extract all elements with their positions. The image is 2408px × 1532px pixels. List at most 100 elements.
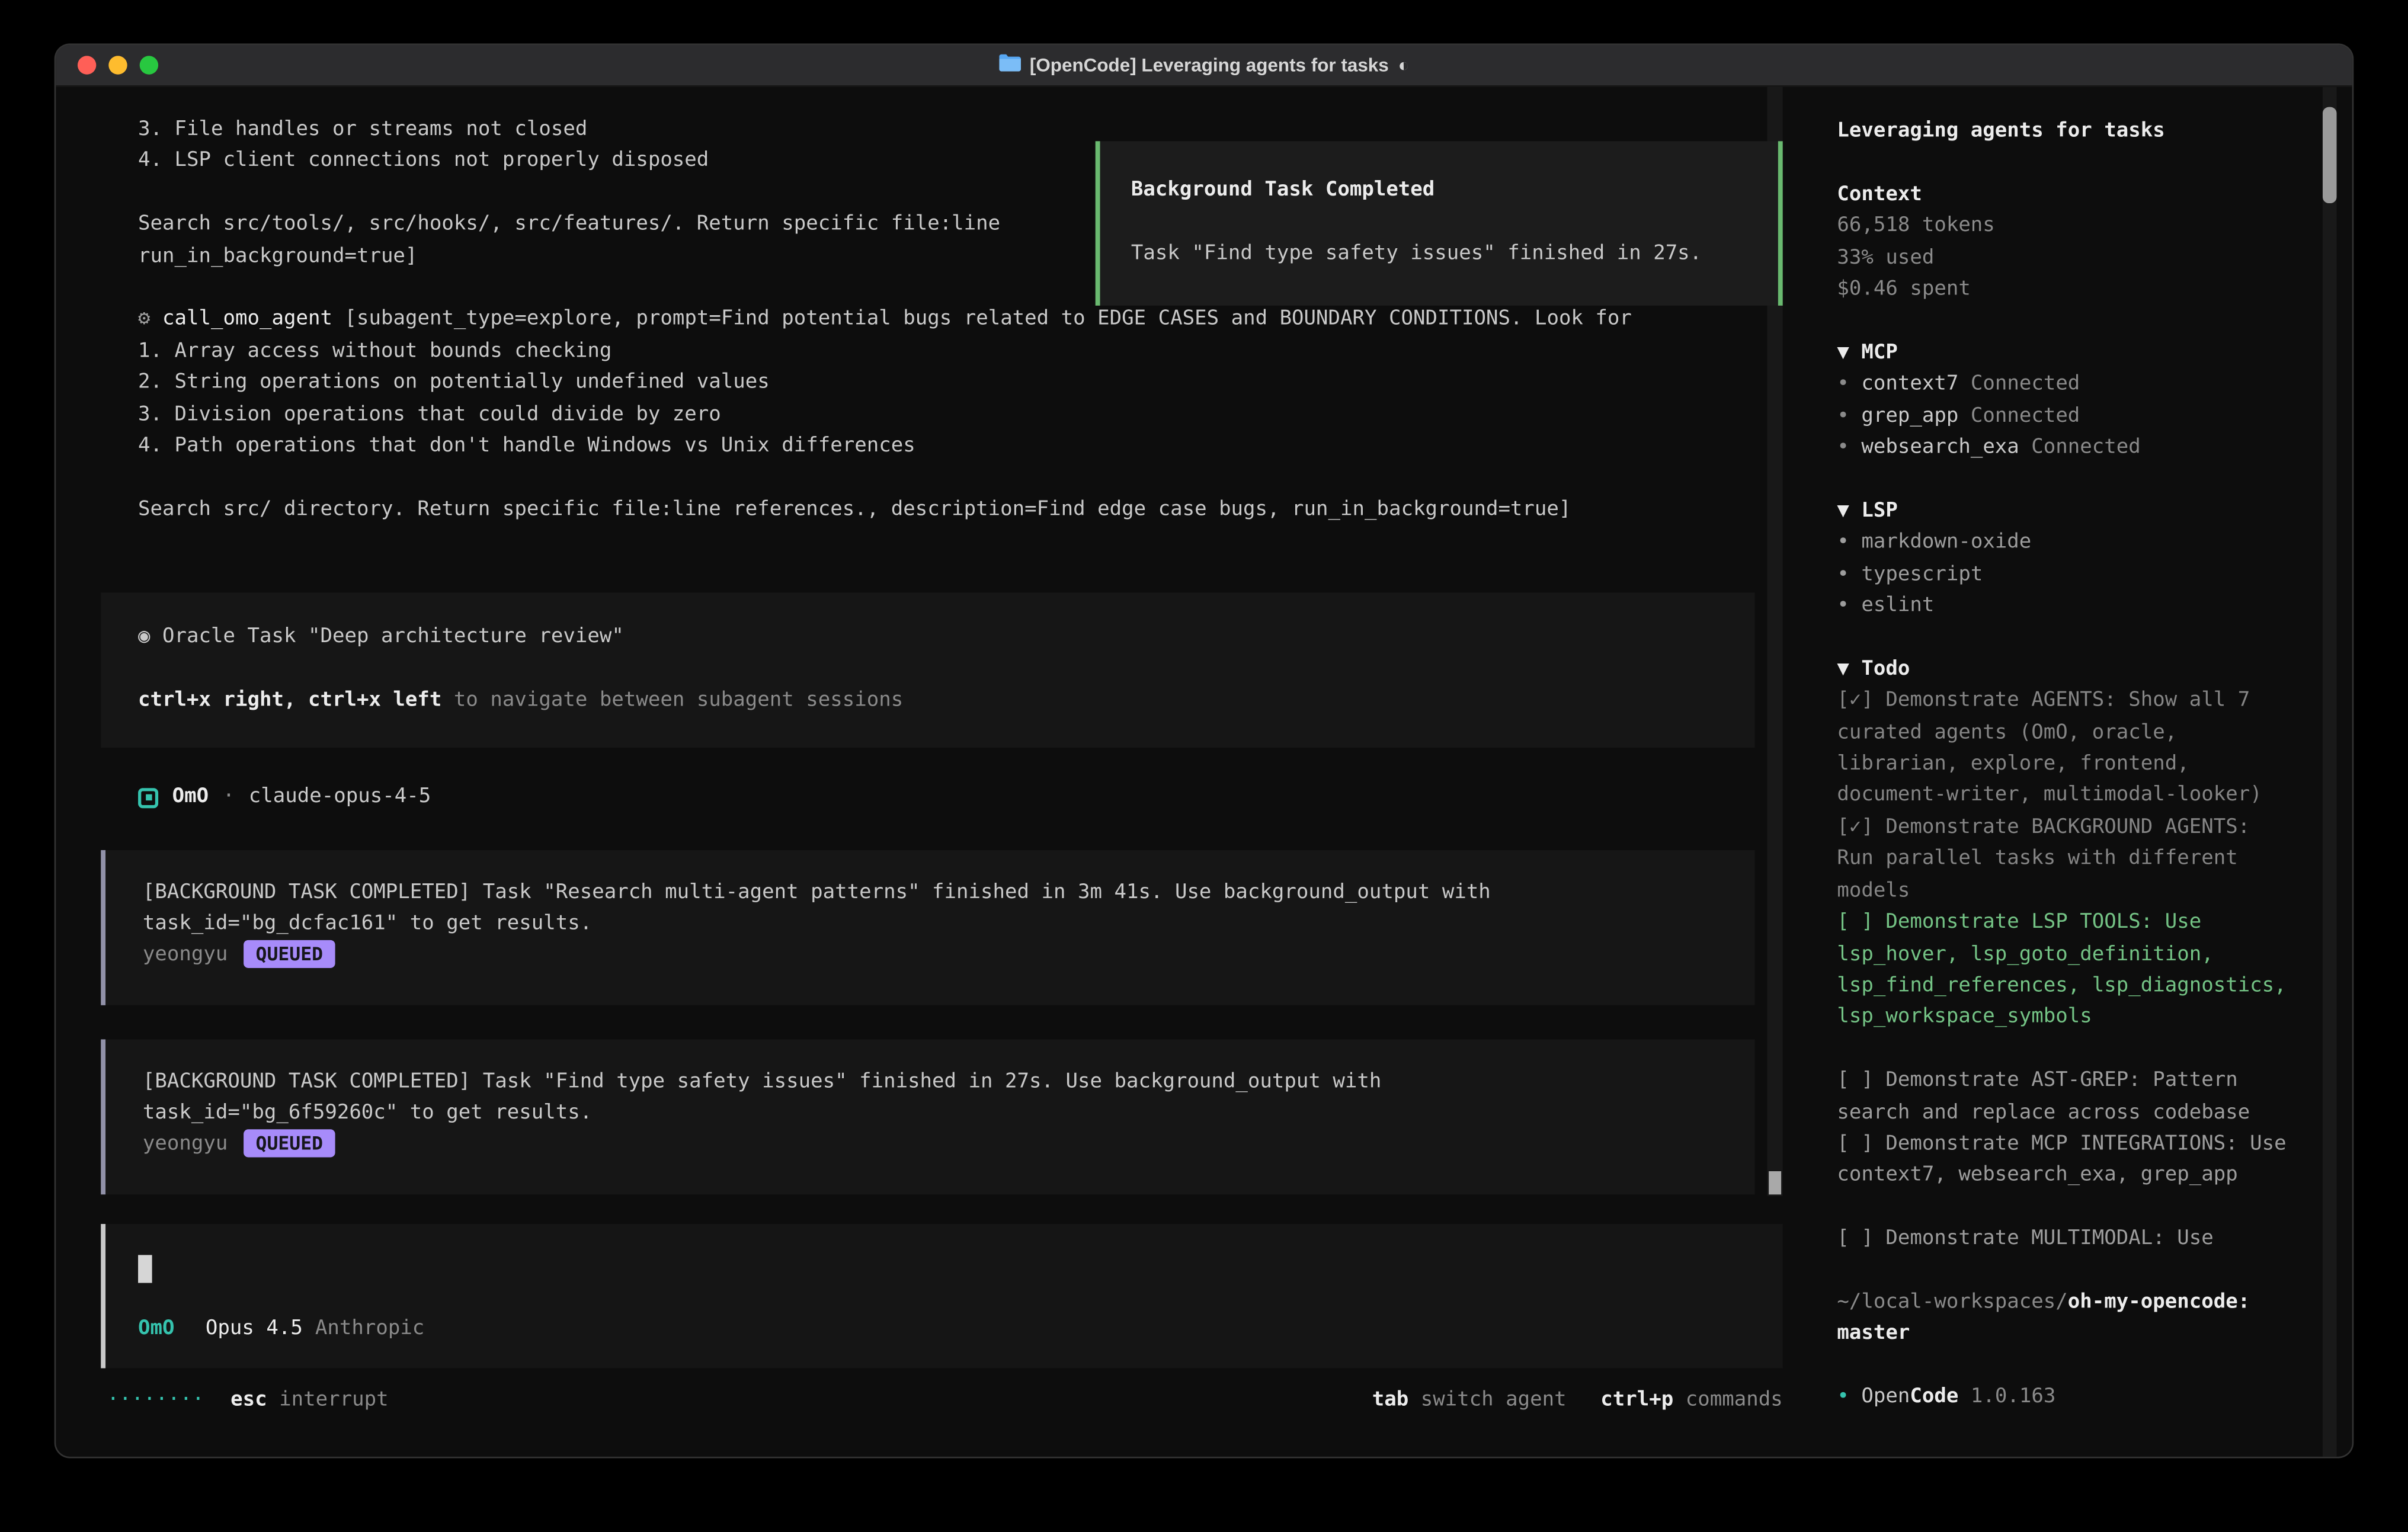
- toast-title: Background Task Completed: [1131, 175, 1778, 207]
- agent-omo-icon: [138, 788, 158, 808]
- mcp-item: • context7 Connected: [1837, 370, 2290, 401]
- background-task-message: [BACKGROUND TASK COMPLETED] Task "Find t…: [101, 1039, 1754, 1194]
- background-task-toast: Background Task Completed Task "Find typ…: [1096, 141, 1783, 306]
- session-progress-icon: ◐: [1398, 55, 1409, 76]
- lsp-item-name: markdown-oxide: [1861, 531, 2031, 554]
- mcp-item-status: Connected: [2031, 436, 2140, 459]
- sidebar-scrollbar[interactable]: [2323, 87, 2337, 1457]
- workspace-path: ~/local-workspaces/oh-my-opencode: maste…: [1837, 1287, 2290, 1351]
- sidebar-scrollbar-thumb[interactable]: [2323, 107, 2337, 203]
- lsp-item: • typescript: [1837, 559, 2290, 591]
- bullet-icon: •: [1837, 1386, 1849, 1409]
- mcp-item-name: websearch_exa: [1861, 436, 2019, 459]
- workspace-branch: master: [1837, 1322, 1910, 1345]
- window-title: [OpenCode] Leveraging agents for tasks ◐: [998, 55, 1409, 76]
- minimize-button[interactable]: [108, 56, 127, 74]
- todo-item: [✓] Demonstrate AGENTS: Show all 7 curat…: [1837, 686, 2290, 813]
- input-provider-name: Anthropic: [315, 1318, 424, 1341]
- message-line: [BACKGROUND TASK COMPLETED] Task "Resear…: [143, 877, 1718, 909]
- context-used: 33% used: [1837, 243, 2290, 274]
- tool-call-point: 3. Division operations that could divide…: [138, 400, 1814, 431]
- mcp-item: • grep_app Connected: [1837, 401, 2290, 432]
- message-line: task_id="bg_dcfac161" to get results.: [143, 909, 1718, 941]
- zoom-button[interactable]: [140, 56, 158, 74]
- folder-icon: [998, 55, 1020, 76]
- status-left: ········ esc interrupt: [107, 1385, 389, 1457]
- session-sidebar: Leveraging agents for tasks Context 66,5…: [1814, 87, 2352, 1457]
- tool-call-line: ⚙ call_omo_agent [subagent_type=explore,…: [138, 305, 1814, 336]
- message-author: yeongyu: [143, 944, 228, 967]
- spacer: [1837, 623, 2290, 654]
- tool-call-point: 4. Path operations that don't handle Win…: [138, 431, 1814, 463]
- spacer: [1837, 148, 2290, 180]
- toast-body: Task "Find type safety issues" finished …: [1131, 239, 1778, 271]
- terminal-window: [OpenCode] Leveraging agents for tasks ◐…: [55, 43, 2354, 1458]
- lsp-item: • eslint: [1837, 591, 2290, 623]
- close-button[interactable]: [78, 56, 96, 74]
- spacer: [138, 654, 1718, 685]
- todo-item: [ ] Demonstrate LSP TOOLS: Use lsp_hover…: [1837, 908, 2290, 1034]
- lsp-item-name: typescript: [1861, 563, 1983, 586]
- titlebar: [OpenCode] Leveraging agents for tasks ◐: [56, 45, 2352, 87]
- todo-item: [✓] Demonstrate BACKGROUND AGENTS: Run p…: [1837, 813, 2290, 908]
- app-body: Background Task Completed Task "Find typ…: [56, 87, 2352, 1457]
- mcp-item-status: Connected: [1971, 373, 2080, 396]
- message-meta: yeongyu QUEUED: [143, 941, 1718, 972]
- context-tokens: 66,518 tokens: [1837, 211, 2290, 243]
- main-pane: Background Task Completed Task "Find typ…: [56, 87, 1814, 1457]
- bullet-icon: •: [1837, 436, 1849, 459]
- prompt-input[interactable]: OmO Opus 4.5 Anthropic: [101, 1224, 1783, 1368]
- esc-shortcut-label: interrupt: [279, 1388, 388, 1411]
- agent-separator: ·: [223, 782, 235, 813]
- tool-call-point: 1. Array access without bounds checking: [138, 336, 1814, 368]
- session-title: Leveraging agents for tasks: [1837, 116, 2290, 148]
- working-spinner-dots: ········: [107, 1388, 204, 1411]
- input-model-name: Opus 4.5: [206, 1318, 303, 1341]
- text-cursor: [138, 1255, 152, 1283]
- bullet-icon: •: [1837, 563, 1849, 586]
- bullet-icon: •: [1837, 373, 1849, 396]
- chat-history[interactable]: Background Task Completed Task "Find typ…: [56, 87, 1814, 1196]
- esc-shortcut-key: esc: [230, 1388, 267, 1411]
- context-heading: Context: [1837, 180, 2290, 211]
- spacer: [1837, 1351, 2290, 1382]
- chat-scrollbar-thumb[interactable]: [1769, 1171, 1781, 1194]
- todo-section-heading: ▼ Todo: [1837, 655, 2290, 686]
- input-agent-name: OmO: [138, 1318, 174, 1341]
- spacer: [1837, 1256, 2290, 1287]
- screen: [OpenCode] Leveraging agents for tasks ◐…: [0, 0, 2408, 1532]
- spacer: [138, 463, 1814, 494]
- message-author: yeongyu: [143, 1133, 228, 1156]
- workspace-path-prefix: ~/local-workspaces/: [1837, 1290, 2067, 1313]
- spacer: [1837, 306, 2290, 338]
- bullet-icon: •: [1837, 594, 1849, 617]
- oracle-hint-keys: ctrl+x right, ctrl+x left: [138, 689, 441, 712]
- mcp-item-name: context7: [1861, 373, 1958, 396]
- oracle-hint-text: to navigate between subagent sessions: [441, 689, 903, 712]
- bullet-icon: •: [1837, 404, 1849, 427]
- tool-call-point: 2. String operations on potentially unde…: [138, 368, 1814, 399]
- mcp-item-status: Connected: [1971, 404, 2080, 427]
- input-model-line: OmO Opus 4.5 Anthropic: [138, 1315, 424, 1346]
- record-icon: ◉: [138, 626, 150, 649]
- lsp-section-heading: ▼ LSP: [1837, 496, 2290, 527]
- commands-shortcut-label: commands: [1686, 1388, 1783, 1411]
- context-spent: $0.46 spent: [1837, 275, 2290, 306]
- message-meta: yeongyuQUEUED: [143, 1130, 1718, 1161]
- lsp-item-name: eslint: [1861, 594, 1934, 617]
- queued-badge: QUEUED: [244, 941, 335, 969]
- todo-item: [ ] Demonstrate MULTIMODAL: Use: [1837, 1224, 2290, 1255]
- mcp-item-name: grep_app: [1861, 404, 1958, 427]
- workspace-repo: oh-my-opencode:: [2068, 1290, 2250, 1313]
- status-bar: ········esc interrupt tab switch agentct…: [56, 1368, 1814, 1457]
- lsp-item: • markdown-oxide: [1837, 528, 2290, 559]
- brand-open: Open: [1861, 1386, 1910, 1409]
- oracle-hint-line: ctrl+x right, ctrl+x left to navigate be…: [138, 685, 1718, 717]
- app-version: 1.0.163: [1971, 1386, 2055, 1409]
- oracle-task-title-line: ◉ Oracle Task "Deep architecture review": [138, 623, 1718, 654]
- agent-header: OmO · claude-opus-4-5: [138, 782, 1814, 813]
- message-line: task_id="bg_6f59260c" to get results.: [143, 1098, 1718, 1130]
- brand-code: Code: [1910, 1386, 1958, 1409]
- commands-shortcut-key: ctrl+p: [1600, 1388, 1673, 1411]
- bullet-icon: •: [1837, 531, 1849, 554]
